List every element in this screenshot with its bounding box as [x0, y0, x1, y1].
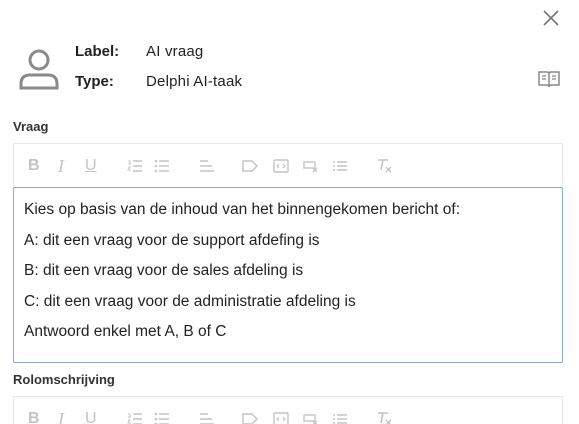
bullet-list-icon [154, 412, 169, 424]
bold-icon: B [28, 410, 40, 424]
person-icon [19, 49, 59, 90]
italic-icon: I [58, 408, 64, 424]
rolomschrijving-section-label: Rolomschrijving [13, 372, 115, 387]
vraag-section-label: Vraag [13, 119, 49, 134]
italic-button[interactable]: I [58, 409, 64, 424]
bold-icon: B [28, 157, 40, 174]
bullet-list-icon [154, 159, 169, 173]
type-row: Type: Delphi AI-taak [75, 73, 242, 90]
link-button[interactable] [303, 409, 319, 424]
underline-icon: U [85, 410, 97, 424]
vraag-editor[interactable]: Kies op basis van de inhoud van het binn… [13, 187, 563, 363]
embed-button[interactable] [273, 409, 289, 424]
list-button[interactable] [332, 409, 348, 424]
bold-button[interactable]: B [28, 156, 40, 176]
italic-button[interactable]: I [58, 156, 64, 176]
tag-icon [242, 413, 258, 424]
type-value: Delphi AI-taak [146, 73, 243, 90]
editor-line: C: dit een vraag voor de administratie a… [24, 292, 356, 310]
italic-icon: I [58, 155, 64, 176]
underline-button[interactable]: U [85, 409, 97, 424]
close-button[interactable] [540, 7, 562, 29]
label-button[interactable] [242, 409, 258, 424]
editor-line: Kies op basis van de inhoud van het binn… [24, 201, 461, 218]
link-button[interactable] [303, 156, 319, 176]
clear-format-button[interactable] [376, 409, 394, 424]
type-key: Type: [75, 73, 114, 90]
rolomschrijving-editor-toolbar: B I U [13, 396, 563, 424]
embed-icon [273, 159, 289, 173]
label-key: Label: [75, 43, 120, 60]
tag-icon [242, 160, 258, 172]
editor-line: Antwoord enkel met A, B of C [24, 323, 227, 340]
link-icon [303, 414, 318, 424]
list-button[interactable] [332, 156, 348, 176]
ordered-list-icon [127, 413, 142, 424]
label-row: Label: AI vraag [75, 43, 203, 60]
bold-button[interactable]: B [28, 409, 40, 424]
clear-format-icon [378, 159, 392, 173]
label-value: AI vraag [146, 43, 204, 60]
align-left-icon [200, 413, 214, 424]
align-left-icon [200, 160, 214, 172]
underline-button[interactable]: U [85, 156, 97, 176]
link-icon [303, 161, 318, 173]
bullet-list-button[interactable] [154, 156, 170, 176]
list-icon [333, 161, 347, 171]
label-button[interactable] [242, 156, 258, 176]
book-icon[interactable] [537, 69, 561, 89]
task-header: Label: AI vraag Type: Delphi AI-taak [18, 42, 563, 98]
vraag-editor-toolbar: B I U [13, 143, 563, 187]
align-button[interactable] [199, 409, 215, 424]
ordered-list-icon [127, 160, 142, 172]
clear-format-button[interactable] [376, 156, 394, 176]
embed-button[interactable] [273, 156, 289, 176]
ordered-list-button[interactable] [127, 409, 143, 424]
embed-icon [273, 412, 289, 424]
list-icon [333, 414, 347, 424]
close-icon [543, 10, 559, 26]
ordered-list-button[interactable] [127, 156, 143, 176]
editor-line: B: dit een vraag voor de sales afdeling … [24, 262, 304, 279]
editor-line: A: dit een vraag voor de support afdefin… [24, 231, 320, 249]
align-button[interactable] [199, 156, 215, 176]
bullet-list-button[interactable] [154, 409, 170, 424]
underline-icon: U [85, 157, 97, 174]
clear-format-icon [378, 412, 392, 424]
